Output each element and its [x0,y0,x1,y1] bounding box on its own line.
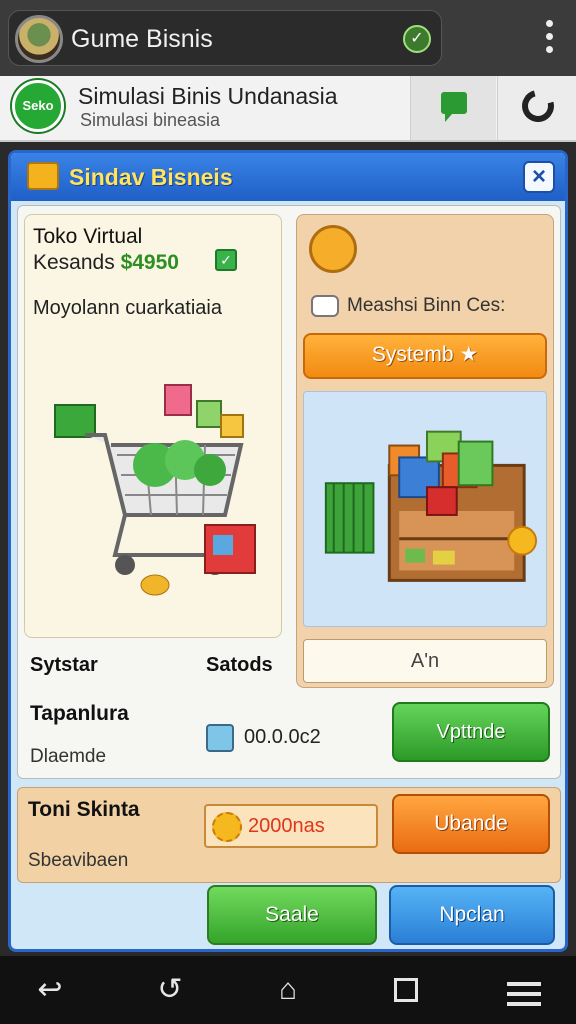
system-card: Meashsi Binn Ces: Systemb ★ A'n [296,214,554,688]
stat-label-a: Sytstar [30,654,98,676]
chat-button[interactable] [410,76,496,140]
system-button[interactable]: Systemb ★ [303,333,547,379]
app-header: Seko Simulasi Binis Undanasia Simulasi b… [0,76,576,142]
store-description: Moyolann cuarkatiaia [33,297,222,319]
page-subtitle: Simulasi bineasia [80,110,221,130]
blue-action-button[interactable]: Npclan [389,885,555,945]
coin-icon [309,225,357,273]
chat-icon [441,92,467,122]
system-nav-bar: ↩ ↺ ⌂ [0,956,576,1024]
sale-button[interactable]: Saale [207,885,377,945]
skill-subtitle: Sbeavibaen [28,850,129,871]
recents-icon[interactable] [386,970,426,1010]
verified-check-icon: ✓ [403,25,431,53]
avatar[interactable] [15,15,63,63]
business-dialog: Sindav Bisneis × Toko Virtual Kesands $4… [8,150,568,952]
profit-line: Kesands $4950 [33,251,179,275]
stat-label-b: Satods [206,654,273,676]
shopping-cart-illustration [54,384,256,596]
system-value-field[interactable]: A'n [303,639,547,683]
app-title-pill[interactable]: Gume Bisnis ✓ [8,10,442,66]
stat-row-label: Tapanlura [30,702,129,725]
stat-row-sub: Dlaemde [30,746,107,767]
skill-value: 2000nas [248,815,325,837]
profit-check-icon: ✓ [215,249,237,271]
top-app-bar: Gume Bisnis ✓ [0,0,576,76]
skill-row: Toni Skinta Sbeavibaen 2000nas Ubande [17,787,561,883]
dialog-title: Sindav Bisneis [69,164,233,190]
flower-icon [212,812,242,842]
profit-value: $4950 [120,251,179,274]
printer-icon [311,295,339,317]
money-icon [206,724,234,752]
skill-upgrade-button[interactable]: Ubande [392,794,550,854]
profit-label: Kesands [33,251,115,274]
skill-title: Toni Skinta [28,798,140,821]
page-title: Simulasi Binis Undanasia [78,83,338,109]
info-label: Meashsi Binn Ces: [311,295,505,317]
skill-value-field: 2000nas [204,804,378,848]
close-button[interactable]: × [523,161,555,193]
app-logo: Seko [12,80,64,132]
warehouse-shelf-illustration [303,391,547,627]
menu-icon[interactable] [504,970,544,1010]
refresh-button[interactable] [497,76,576,140]
box-icon [27,162,59,190]
money-value: 00.0.0c2 [244,726,321,748]
business-card: Toko Virtual Kesands $4950 ✓ Moyolann cu… [17,205,561,779]
rotate-icon[interactable]: ↺ [150,970,190,1010]
store-title: Toko Virtual [33,225,143,248]
upgrade-button[interactable]: Vpttnde [392,702,550,762]
more-options-icon[interactable] [546,20,554,54]
home-icon[interactable]: ⌂ [268,970,308,1010]
store-card[interactable]: Toko Virtual Kesands $4950 ✓ Moyolann cu… [24,214,282,638]
dialog-header: Sindav Bisneis × [11,153,565,201]
back-icon[interactable]: ↩ [30,970,70,1010]
refresh-icon [516,84,560,128]
app-title: Gume Bisnis [71,25,213,53]
